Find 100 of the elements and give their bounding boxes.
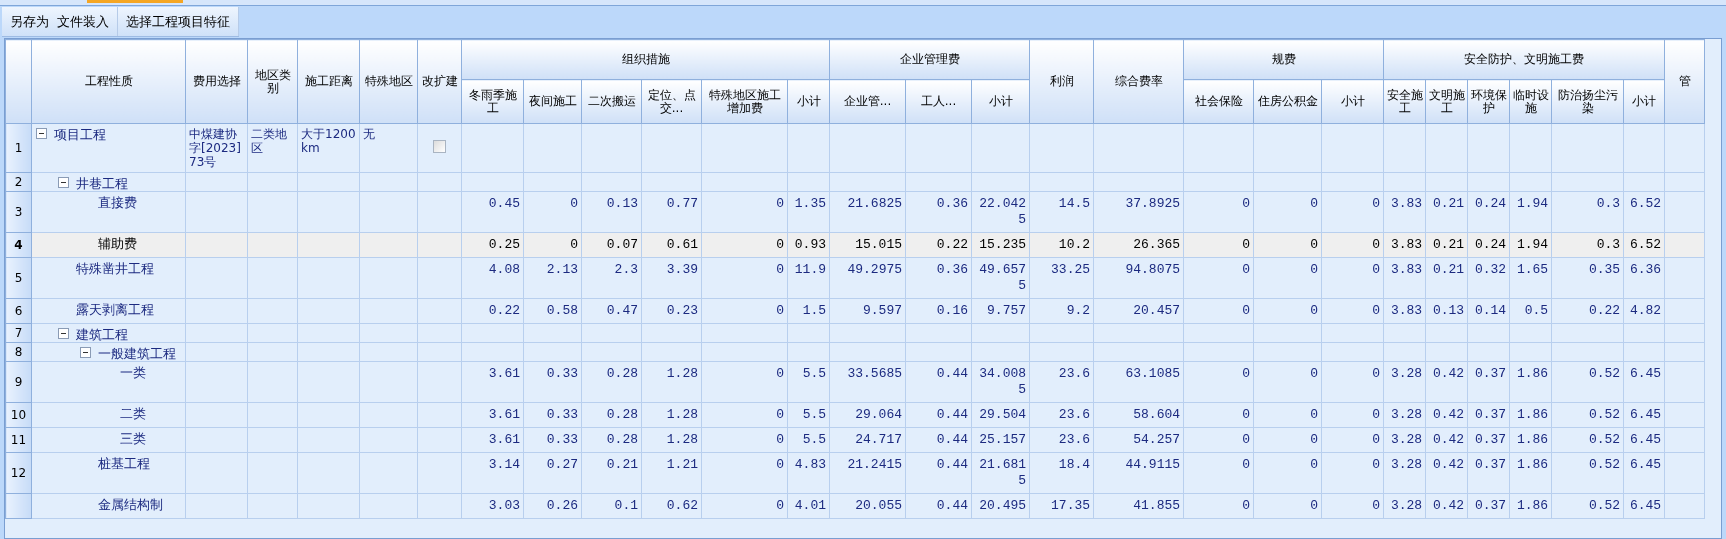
table-cell: 3.28 [1390, 498, 1423, 513]
table-cell: 0.22 [936, 237, 969, 252]
table-cell: 0.21 [606, 457, 638, 472]
table-row[interactable]: 4 辅助费 0.25 0 0.07 0.61 0 0.93 15.015 0.22 15.235 10.2 26.365 0 0 0 3.83 0.21 0.24 1.94 0.3 6.52 [5, 232, 1705, 258]
row-number: 1 [14, 141, 23, 155]
table-cell: 6.45 [1629, 432, 1662, 447]
column-header: 小计 [787, 79, 830, 124]
column-header: 环境保护 [1467, 79, 1510, 124]
table-cell: 0.45 [488, 196, 520, 211]
tree-label: 辅助费 [98, 236, 137, 251]
table-cell: 0.52 [1588, 407, 1621, 422]
table-row[interactable]: 10 二类 3.61 0.33 0.28 1.28 0 5.5 29.064 0.44 29.504 23.6 58.604 0 0 0 3.28 0.42 0.37 1.86 0.52 6.45 [5, 402, 1705, 428]
table-cell: 1.28 [666, 366, 698, 381]
table-cell: 94.8075 [1125, 262, 1181, 277]
collapse-icon[interactable] [58, 177, 69, 188]
table-cell: 3.83 [1390, 303, 1423, 318]
table-cell: 20.055 [855, 498, 903, 513]
table-cell: 1.28 [666, 407, 698, 422]
table-cell: 20.457 [1133, 303, 1181, 318]
table-cell: 0 [776, 407, 784, 422]
table-cell: 0.22 [488, 303, 520, 318]
table-cell: 5.5 [802, 432, 827, 447]
toolbar-button[interactable]: 另存为 [6, 9, 53, 34]
table-row[interactable]: 3 直接费 0.45 0 0.13 0.77 0 1.35 21.6825 0.36 22.0425 14.5 37.8925 0 0 0 3.83 0.21 0.24 1.94 0.3 6.52 [5, 191, 1705, 233]
table-cell: 1.86 [1516, 366, 1549, 381]
table-cell: 11.9 [794, 262, 827, 277]
table-cell: 0.52 [1588, 457, 1621, 472]
table-row[interactable]: 5 特殊凿井工程 4.08 2.13 2.3 3.39 0 11.9 49.2975 0.36 49.6575 33.25 94.8075 0 0 0 3.83 0.21 0.32 1.65 0.35 6.36 [5, 257, 1705, 299]
collapse-icon[interactable] [36, 128, 47, 139]
table-cell: 6.45 [1629, 498, 1662, 513]
table-cell: 9.597 [863, 303, 903, 318]
table-cell: 0.24 [1474, 237, 1507, 252]
column-header: 小计 [1321, 79, 1384, 124]
toolbar-button[interactable]: 选择工程项目特征 [122, 9, 234, 34]
table-cell: 0 [1372, 303, 1381, 318]
collapse-icon[interactable] [58, 328, 69, 339]
table-row[interactable]: 金属结构制 3.03 0.26 0.1 0.62 0 4.01 20.055 0.44 20.495 17.35 41.855 0 0 0 3.28 0.42 0.37 1.86 0.52 6.45 [5, 493, 1705, 519]
table-cell: 3.83 [1390, 237, 1423, 252]
table-cell: 24.717 [855, 432, 903, 447]
table-cell: 0.13 [606, 196, 638, 211]
table-row[interactable]: 6 露天剥离工程 0.22 0.58 0.47 0.23 0 1.5 9.597 0.16 9.757 9.2 20.457 0 0 0 3.83 0.13 0.14 0.5 0.22 4.82 [5, 298, 1705, 324]
table-cell: 0.37 [1474, 366, 1507, 381]
table-cell: 23.6 [1058, 407, 1091, 422]
table-cell: 6.52 [1629, 196, 1662, 211]
table-cell: 0 [1310, 303, 1319, 318]
table-cell: 10.2 [1058, 237, 1091, 252]
table-cell: 0 [776, 196, 784, 211]
table-cell: 0.5 [1524, 303, 1549, 318]
table-cell: 15.015 [855, 237, 903, 252]
table-cell: 0 [1310, 407, 1319, 422]
table-cell: 大于1200km [301, 127, 356, 155]
table-row[interactable]: 1 项目工程 中煤建协字[2023]73号 二类地区 大于1200km 无 [5, 123, 1705, 173]
row-number: 6 [14, 304, 23, 318]
table-cell: 0 [1310, 366, 1319, 381]
column-header: 地区类别 [247, 39, 298, 124]
table-cell: 0 [1310, 237, 1319, 252]
table-cell: 0 [776, 457, 784, 472]
table-row[interactable]: 12 桩基工程 3.14 0.27 0.21 1.21 0 4.83 21.2415 0.44 21.6815 18.4 44.9115 0 0 0 3.28 0.42 0.37 1.86 0.52 6.45 [5, 452, 1705, 494]
table-cell: 中煤建协字[2023]73号 [189, 127, 241, 169]
table-cell: 9.2 [1066, 303, 1091, 318]
table-cell: 6.45 [1629, 457, 1662, 472]
column-header: 二次搬运 [581, 79, 642, 124]
table-cell: 0.42 [1432, 366, 1465, 381]
table-row[interactable]: 9 一类 3.61 0.33 0.28 1.28 0 5.5 33.5685 0.44 34.0085 23.6 63.1085 0 0 0 3.28 0.42 0.37 1.86 0.52 6.45 [5, 361, 1705, 403]
table-cell: 26.365 [1133, 237, 1181, 252]
table-cell: 0 [1242, 262, 1251, 277]
table-cell: 0.37 [1474, 498, 1507, 513]
table-cell: 0.3 [1596, 237, 1621, 252]
table-row[interactable]: 7 建筑工程 [5, 323, 1705, 343]
toolbar-button[interactable]: 文件装入 [53, 9, 113, 34]
column-header: 小计 [971, 79, 1030, 124]
table-cell: 3.14 [488, 457, 520, 472]
table-cell: 0.14 [1474, 303, 1507, 318]
column-header: 施工距离 [297, 39, 360, 124]
table-row[interactable]: 11 三类 3.61 0.33 0.28 1.28 0 5.5 24.717 0.44 25.157 23.6 54.257 0 0 0 3.28 0.42 0.37 1.86 0.52 6.45 [5, 427, 1705, 453]
table-cell: 23.6 [1058, 432, 1091, 447]
table-cell: 0 [776, 262, 784, 277]
collapse-icon[interactable] [80, 347, 91, 358]
column-header: 定位、点交... [641, 79, 702, 124]
table-cell: 0.28 [606, 432, 638, 447]
table-row[interactable]: 8 一般建筑工程 [5, 342, 1705, 362]
table-cell: 1.86 [1516, 432, 1549, 447]
column-header: 社会保险 [1183, 79, 1254, 124]
table-cell: 25.157 [979, 432, 1027, 447]
table-cell: 41.855 [1133, 498, 1181, 513]
table-cell: 0.93 [794, 237, 827, 252]
table-cell: 0.24 [1474, 196, 1507, 211]
table-cell: 0.44 [936, 432, 969, 447]
table-cell: 1.86 [1516, 407, 1549, 422]
tree-label: 一类 [120, 365, 146, 380]
table-cell: 3.28 [1390, 432, 1423, 447]
table-row[interactable]: 2 井巷工程 [5, 172, 1705, 192]
table-cell: 0.52 [1588, 498, 1621, 513]
table-cell: 3.28 [1390, 457, 1423, 472]
tree-label: 三类 [120, 431, 146, 446]
table-cell: 6.36 [1629, 262, 1662, 277]
column-group-header: 规费 [1183, 39, 1384, 80]
checkbox[interactable] [433, 140, 446, 153]
row-number: 8 [14, 345, 23, 359]
column-header: 冬雨季施工 [461, 79, 524, 124]
